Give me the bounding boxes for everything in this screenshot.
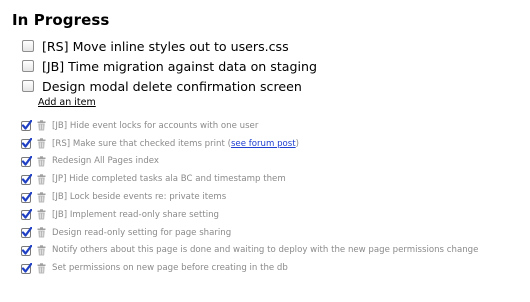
trash-icon[interactable] bbox=[37, 156, 46, 167]
completed-item: Design read-only setting for page sharin… bbox=[21, 224, 478, 242]
checked-checkbox[interactable] bbox=[21, 191, 32, 203]
completed-item-label: Design read-only setting for page sharin… bbox=[52, 227, 232, 238]
completed-item: Set permissions on new page before creat… bbox=[21, 259, 478, 277]
completed-item-label: Notify others about this page is done an… bbox=[52, 245, 479, 256]
checked-checkbox[interactable] bbox=[21, 244, 32, 256]
trash-icon[interactable] bbox=[37, 263, 46, 274]
completed-item: [JB] Hide event locks for accounts with … bbox=[21, 117, 478, 135]
open-item-label: Design modal delete confirmation screen bbox=[42, 78, 302, 94]
completed-items-list: [JB] Hide event locks for accounts with … bbox=[21, 117, 478, 277]
unchecked-checkbox[interactable] bbox=[22, 80, 34, 92]
completed-item: [JB] Implement read-only share setting bbox=[21, 206, 478, 224]
add-item-link[interactable]: Add an item bbox=[38, 97, 96, 108]
checked-checkbox[interactable] bbox=[21, 138, 32, 150]
completed-item-label: [JB] Hide event locks for accounts with … bbox=[52, 120, 259, 131]
open-item: [JB] Time migration against data on stag… bbox=[22, 56, 317, 76]
open-item: [RS] Move inline styles out to users.css bbox=[22, 36, 317, 56]
forum-post-link[interactable]: see forum post bbox=[231, 139, 296, 149]
completed-item-suffix: ) bbox=[295, 138, 300, 149]
trash-icon[interactable] bbox=[37, 209, 46, 220]
trash-icon[interactable] bbox=[37, 245, 46, 256]
completed-item: Notify others about this page is done an… bbox=[21, 242, 478, 260]
section-title: In Progress bbox=[12, 11, 110, 29]
open-item-label: [RS] Move inline styles out to users.css bbox=[42, 38, 289, 54]
open-item-label: [JB] Time migration against data on stag… bbox=[42, 58, 317, 74]
open-items-list: [RS] Move inline styles out to users.css… bbox=[22, 36, 317, 96]
trash-icon[interactable] bbox=[37, 191, 46, 203]
unchecked-checkbox[interactable] bbox=[22, 40, 34, 52]
completed-item-label: [RS] Make sure that checked items print … bbox=[52, 139, 299, 149]
completed-item: [JB] Lock beside events re: private item… bbox=[21, 188, 478, 206]
trash-icon[interactable] bbox=[37, 227, 46, 238]
checked-checkbox[interactable] bbox=[21, 120, 32, 132]
completed-item-label: [JP] Hide completed tasks ala BC and tim… bbox=[52, 174, 286, 185]
completed-item-label: [JB] Implement read-only share setting bbox=[52, 209, 219, 220]
open-item: Design modal delete confirmation screen bbox=[22, 76, 317, 96]
trash-icon[interactable] bbox=[37, 138, 46, 149]
checked-checkbox[interactable] bbox=[21, 262, 32, 274]
trash-icon[interactable] bbox=[37, 174, 46, 185]
checked-checkbox[interactable] bbox=[21, 155, 32, 167]
checked-checkbox[interactable] bbox=[21, 209, 32, 221]
completed-item-text: [RS] Make sure that checked items print … bbox=[52, 138, 231, 149]
checked-checkbox[interactable] bbox=[21, 173, 32, 185]
completed-item: [JP] Hide completed tasks ala BC and tim… bbox=[21, 170, 478, 188]
completed-item-label: [JB] Lock beside events re: private item… bbox=[52, 192, 227, 203]
unchecked-checkbox[interactable] bbox=[22, 60, 34, 72]
completed-item: Redesign All Pages index bbox=[21, 153, 478, 171]
checked-checkbox[interactable] bbox=[21, 227, 32, 239]
trash-icon[interactable] bbox=[37, 120, 46, 131]
completed-item-label: Set permissions on new page before creat… bbox=[52, 263, 288, 274]
completed-item: [RS] Make sure that checked items print … bbox=[21, 135, 478, 153]
completed-item-label: Redesign All Pages index bbox=[52, 156, 160, 167]
